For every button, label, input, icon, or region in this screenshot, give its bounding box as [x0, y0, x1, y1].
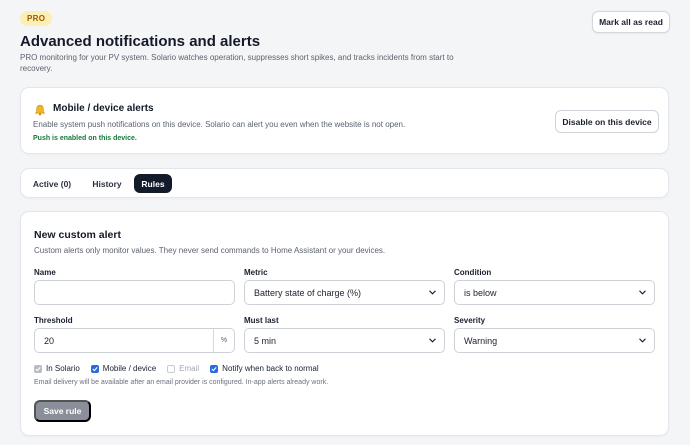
threshold-value: 20 — [44, 335, 55, 346]
checkbox-icon — [34, 364, 42, 373]
push-status: Push is enabled on this device. — [33, 135, 137, 142]
bell-icon — [34, 103, 46, 116]
channel-label: Notify when back to normal — [222, 364, 319, 373]
mark-all-read-button[interactable]: Mark all as read — [592, 11, 670, 33]
channel-label: In Solario — [46, 364, 80, 373]
checkbox-icon[interactable] — [210, 364, 219, 373]
channel-label: Email — [179, 364, 200, 373]
channel-label: Mobile / device — [102, 364, 157, 373]
device-alerts-card: Mobile / device alerts Enable system pus… — [20, 87, 669, 154]
channel-email: Email — [167, 364, 199, 373]
device-alerts-description: Enable system push notifications on this… — [33, 120, 406, 129]
channel-in-solario: In Solario — [34, 364, 80, 373]
threshold-label: Threshold — [34, 316, 73, 325]
tab-rules[interactable]: Rules — [134, 174, 172, 193]
new-custom-alert-form: New custom alert Custom alerts only moni… — [20, 211, 669, 436]
channel-mobile-device[interactable]: Mobile / device — [90, 364, 157, 373]
page-subtitle: PRO monitoring for your PV system. Solar… — [20, 53, 454, 73]
form-description: Custom alerts only monitor values. They … — [34, 246, 386, 255]
chevron-down-icon — [429, 290, 436, 295]
name-input[interactable] — [34, 280, 235, 305]
notify-back-to-normal[interactable]: Notify when back to normal — [210, 364, 319, 373]
tab-active[interactable]: Active (0) — [29, 174, 75, 193]
condition-value: is below — [464, 287, 497, 298]
severity-value: Warning — [464, 335, 498, 346]
name-label: Name — [34, 268, 56, 277]
condition-select[interactable]: is below — [454, 280, 655, 305]
checkbox-icon — [167, 364, 176, 373]
chevron-down-icon — [639, 290, 646, 295]
form-title: New custom alert — [34, 229, 121, 241]
must-last-label: Must last — [244, 316, 279, 325]
pro-badge: PRO — [20, 11, 53, 26]
tab-history[interactable]: History — [85, 174, 129, 193]
email-note: Email delivery will be available after a… — [34, 379, 329, 386]
threshold-input[interactable]: 20 % — [34, 328, 235, 353]
metric-select[interactable]: Battery state of charge (%) — [244, 280, 445, 305]
threshold-unit: % — [213, 329, 234, 352]
chevron-down-icon — [639, 338, 646, 343]
must-last-select[interactable]: 5 min — [244, 328, 445, 353]
disable-on-device-button[interactable]: Disable on this device — [555, 110, 659, 133]
checkbox-icon[interactable] — [90, 364, 99, 373]
metric-value: Battery state of charge (%) — [254, 287, 362, 298]
metric-label: Metric — [244, 268, 268, 277]
device-alerts-title: Mobile / device alerts — [53, 103, 154, 114]
must-last-value: 5 min — [254, 335, 277, 346]
page-title: Advanced notifications and alerts — [20, 33, 261, 50]
severity-select[interactable]: Warning — [454, 328, 655, 353]
severity-label: Severity — [454, 316, 486, 325]
channel-checkboxes: In Solario Mobile / device Email Notify … — [34, 364, 330, 373]
save-rule-button[interactable]: Save rule — [34, 400, 91, 422]
alerts-tabs: Active (0) History Rules — [20, 168, 669, 198]
chevron-down-icon — [429, 338, 436, 343]
condition-label: Condition — [454, 268, 492, 277]
